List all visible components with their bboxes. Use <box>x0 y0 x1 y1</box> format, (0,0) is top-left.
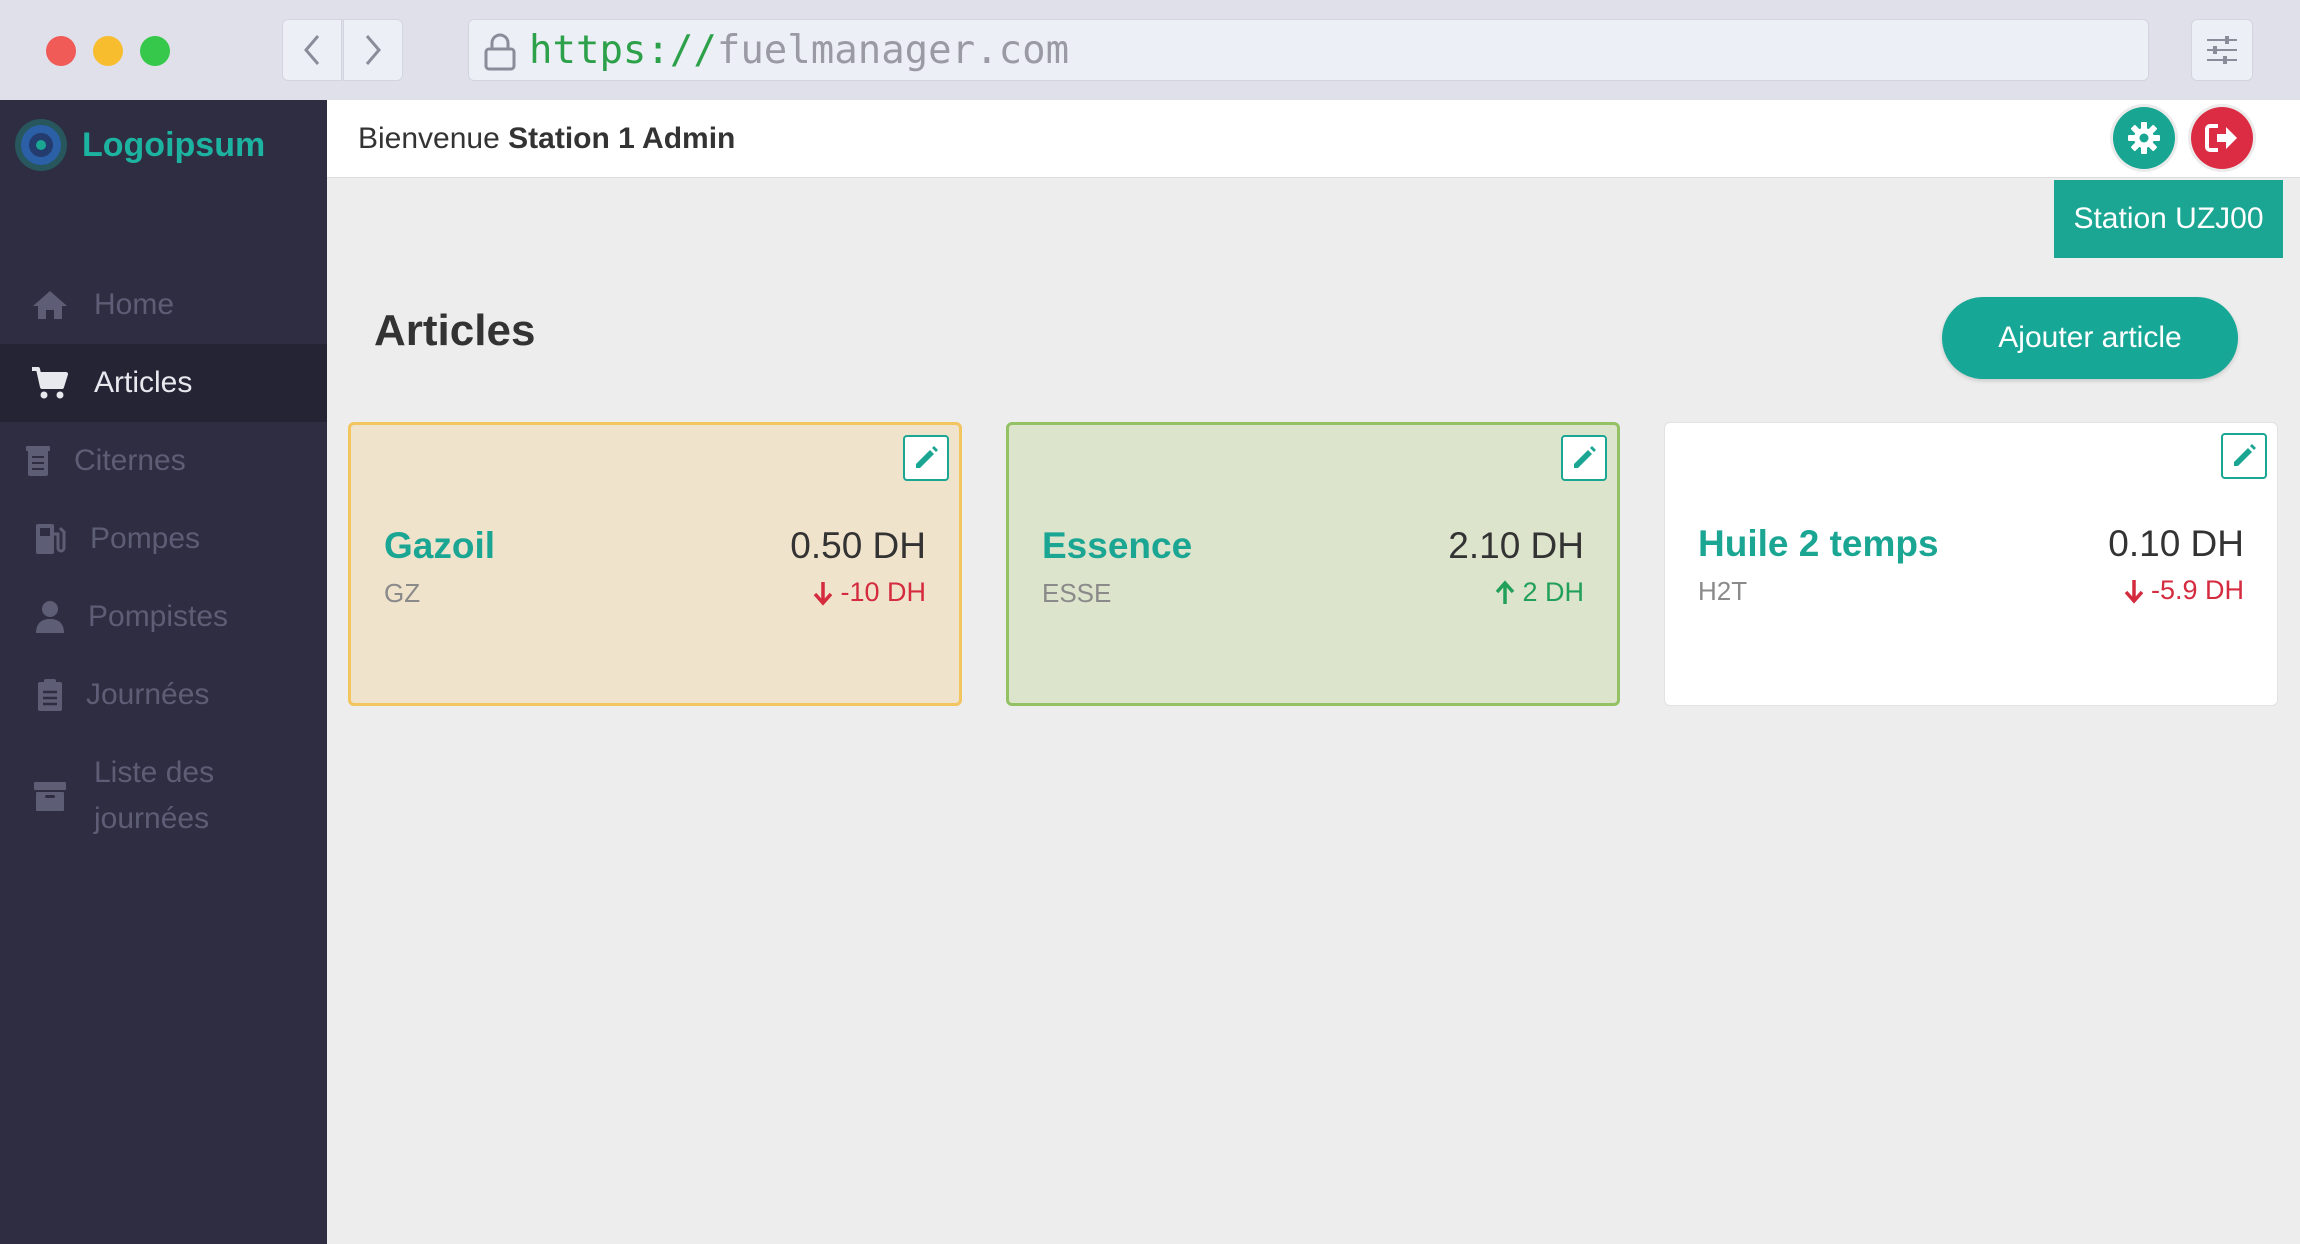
window-close-button[interactable] <box>46 36 76 66</box>
url-host: fuelmanager.com <box>716 27 1070 73</box>
price-change: -5.9 DH <box>2123 575 2244 606</box>
browser-chrome: https://fuelmanager.com <box>0 0 2300 100</box>
tank-icon <box>16 439 60 483</box>
clipboard-icon <box>28 673 72 717</box>
edit-button[interactable] <box>2221 433 2267 479</box>
home-icon <box>28 283 72 327</box>
chevron-right-icon <box>365 35 381 65</box>
price-change-value: -10 DH <box>840 577 926 607</box>
article-card[interactable]: Gazoil GZ 0.50 DH -10 DH <box>348 422 962 706</box>
browser-forward-button[interactable] <box>343 19 403 81</box>
price-change-value: 2 DH <box>1522 577 1584 607</box>
logo[interactable]: Logoipsum <box>14 118 265 172</box>
sidebar-item-label: Pompes <box>90 522 201 555</box>
sidebar-item-pompistes[interactable]: Pompistes <box>0 578 327 656</box>
sidebar-item-pompes[interactable]: Pompes <box>0 500 327 578</box>
main-content: Bienvenue Station 1 Admin Station UZJ00 … <box>327 100 2300 1244</box>
article-price: 0.10 DH <box>2108 523 2244 564</box>
logo-text: Logoipsum <box>82 125 266 164</box>
pencil-icon <box>2234 444 2256 466</box>
logo-mark-icon <box>15 119 67 171</box>
sidebar-item-home[interactable]: Home <box>0 266 327 344</box>
arrow-down-icon <box>2124 579 2144 604</box>
welcome-prefix: Bienvenue <box>358 121 500 155</box>
user-name: Station 1 Admin <box>508 121 736 155</box>
sidebar-item-label: Liste des journées <box>94 756 215 835</box>
cart-icon <box>28 361 72 405</box>
arrow-down-icon <box>814 581 833 606</box>
sidebar-item-liste-des-journees[interactable]: Liste des journées <box>0 740 327 852</box>
article-card[interactable]: Huile 2 temps H2T 0.10 DH -5.9 DH <box>1664 422 2278 706</box>
pencil-icon <box>1574 446 1596 468</box>
logout-button[interactable] <box>2191 107 2253 169</box>
browser-settings-button[interactable] <box>2191 19 2253 81</box>
logout-icon <box>2205 124 2237 152</box>
window-minimize-button[interactable] <box>93 36 123 66</box>
page-title: Articles <box>374 306 536 355</box>
article-code: ESSE <box>1042 578 1112 608</box>
welcome-message: Bienvenue Station 1 Admin <box>358 122 735 156</box>
sidebar: Logoipsum Home Articles Citernes Pompes … <box>0 100 327 1244</box>
browser-back-button[interactable] <box>282 19 342 81</box>
sidebar-item-label: Citernes <box>74 444 186 477</box>
sidebar-item-articles[interactable]: Articles <box>0 344 327 422</box>
price-change: 2 DH <box>1494 577 1584 608</box>
sliders-icon <box>2207 36 2237 64</box>
add-article-button[interactable]: Ajouter article <box>1942 297 2238 379</box>
lock-icon <box>484 33 516 71</box>
sidebar-item-label: Articles <box>94 366 193 399</box>
sidebar-item-journees[interactable]: Journées <box>0 656 327 734</box>
gear-icon <box>2128 122 2160 154</box>
pencil-icon <box>916 446 938 468</box>
article-code: H2T <box>1698 576 1748 606</box>
edit-button[interactable] <box>903 435 949 481</box>
sidebar-item-label: Pompistes <box>88 600 229 633</box>
price-change: -10 DH <box>812 577 926 608</box>
article-name: Essence <box>1042 525 1193 566</box>
arrow-up-icon <box>1496 579 1515 604</box>
article-price: 0.50 DH <box>790 525 926 566</box>
sidebar-item-label: Journées <box>86 678 210 711</box>
user-icon <box>28 595 72 639</box>
chevron-left-icon <box>304 35 320 65</box>
address-bar[interactable]: https://fuelmanager.com <box>468 19 2149 81</box>
settings-button[interactable] <box>2113 107 2175 169</box>
article-code: GZ <box>384 578 421 608</box>
url-scheme: https:// <box>529 27 717 73</box>
article-name: Huile 2 temps <box>1698 523 1939 564</box>
article-card[interactable]: Essence ESSE 2.10 DH 2 DH <box>1006 422 1620 706</box>
station-badge: Station UZJ00 <box>2054 180 2283 258</box>
edit-button[interactable] <box>1561 435 1607 481</box>
archive-icon <box>28 774 72 818</box>
sidebar-item-label: Home <box>94 288 175 321</box>
top-bar: Bienvenue Station 1 Admin <box>327 100 2300 178</box>
window-maximize-button[interactable] <box>140 36 170 66</box>
sidebar-item-citernes[interactable]: Citernes <box>0 422 327 500</box>
gas-pump-icon <box>28 517 72 561</box>
article-price: 2.10 DH <box>1448 525 1584 566</box>
price-change-value: -5.9 DH <box>2150 575 2244 605</box>
article-name: Gazoil <box>384 525 496 566</box>
